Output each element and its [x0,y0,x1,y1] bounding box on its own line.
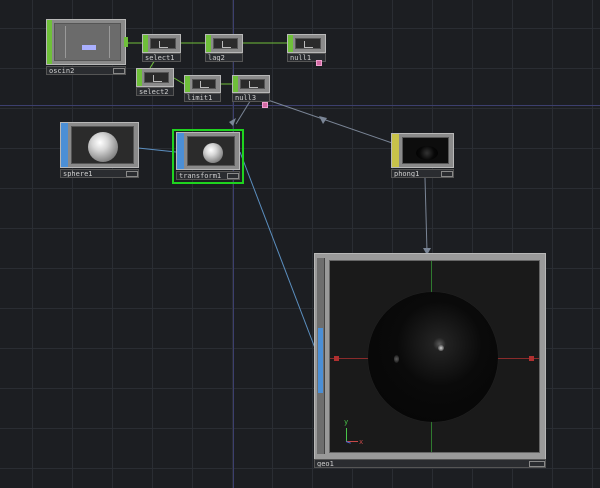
node-geo1[interactable]: x y geo1 [314,253,546,468]
channel-icon [221,40,231,48]
node-limit1[interactable]: limit1 [184,75,221,102]
node-select2[interactable]: select2 [136,68,174,96]
export-flag-null3[interactable] [262,102,268,108]
channel-icon [159,40,168,48]
node-null3[interactable]: null3 [232,75,270,102]
node-flags-sphere1[interactable] [126,171,138,177]
phong-preview [416,146,438,160]
node-flags-transform1[interactable] [227,173,239,179]
node-viewer-phong1 [402,137,449,164]
node-null1[interactable]: null1 [287,34,326,62]
origin-axis-horizontal [0,105,600,106]
node-label-select1: select1 [142,53,181,62]
channel-icon [248,81,258,88]
node-flags-geo1[interactable] [529,461,545,467]
transform-preview [203,143,223,163]
sphere-highlight-main [438,345,444,351]
channel-icon [152,74,162,82]
wire-select2-limit1 [173,77,185,85]
node-phong1[interactable]: phong1 [391,133,454,178]
transform-handle-right[interactable] [529,356,534,361]
sphere-preview [88,132,118,162]
node-label-null3: null3 [232,93,270,102]
node-label-geo1: geo1 [314,459,546,468]
node-label-limit1: limit1 [184,93,221,102]
transform-handle-left[interactable] [334,356,339,361]
wire-phong1-geo1 [424,177,428,253]
geo1-viewport[interactable]: x y [329,260,540,453]
gizmo-y-label: y [344,418,349,426]
channel-icon [200,81,209,88]
wire-transform1-geo1 [239,151,319,357]
origin-axis-vertical [233,0,234,488]
wire-arrow-phong1 [319,116,327,124]
node-transform1[interactable]: transform1 [176,132,240,180]
geo1-input-tab [317,258,325,454]
node-flags-phong1[interactable] [441,171,453,177]
gizmo-x-label: x [359,438,364,446]
wire-sphere1-transform1 [137,147,177,153]
node-label-lag2: lag2 [205,53,243,62]
node-flags-oscin2[interactable] [113,68,125,74]
export-flag-null1[interactable] [316,60,322,66]
sphere-highlight-secondary [394,355,399,363]
viewport-sphere [368,292,498,422]
node-sphere1[interactable]: sphere1 [60,122,139,178]
node-viewer-transform1 [187,136,235,166]
channel-icon [304,40,313,48]
output-connector-oscin2[interactable] [124,37,128,47]
axis-gizmo: x y [344,418,364,446]
network-editor[interactable]: oscin2 select1 lag2 null1 select2 limit1… [0,0,600,488]
oscin-value-bar [82,44,97,50]
node-viewer-oscin2 [54,23,121,61]
node-oscin2[interactable]: oscin2 [46,19,128,75]
node-lag2[interactable]: lag2 [205,34,243,62]
node-viewer-sphere1 [71,126,134,164]
node-select1[interactable]: select1 [142,34,181,62]
node-label-select2: select2 [136,87,174,96]
